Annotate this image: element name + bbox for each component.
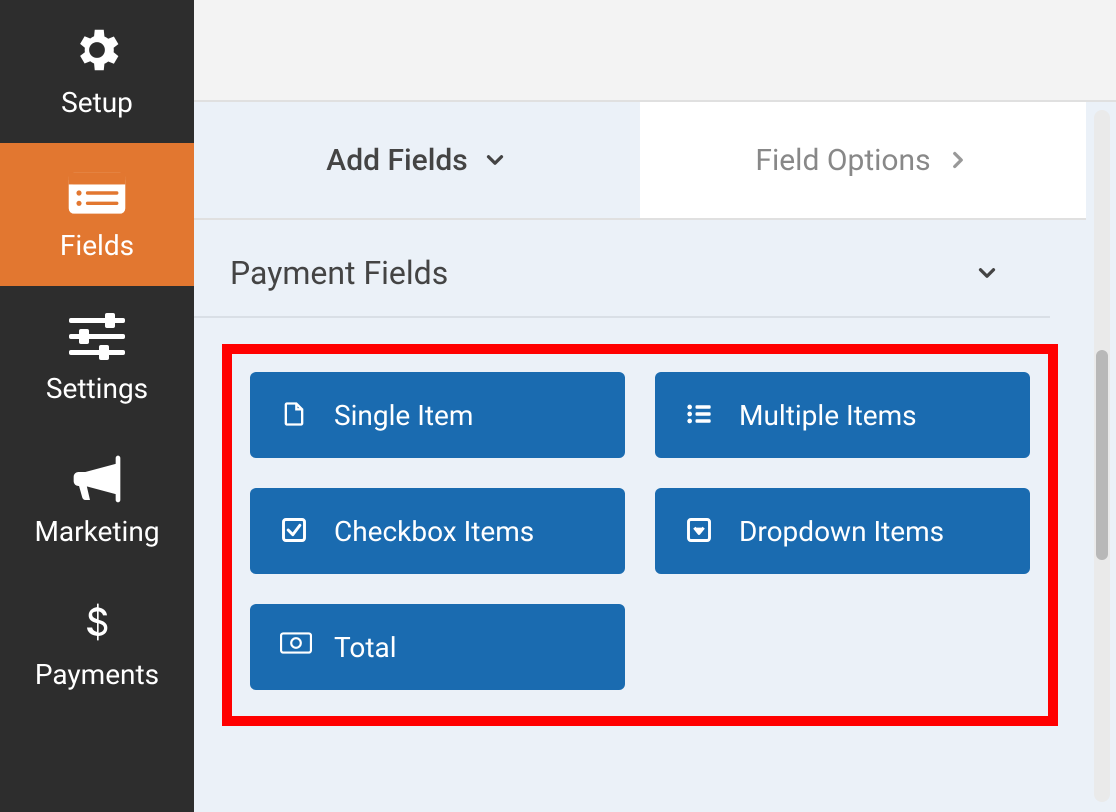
top-bar [194,0,1116,102]
field-dropdown-items[interactable]: Dropdown Items [655,488,1030,574]
highlight-box: Single Item Multiple Items Checkbox Item… [222,344,1058,726]
sidebar-item-setup[interactable]: Setup [0,0,194,143]
sidebar-item-label: Settings [46,372,148,405]
section-header-payment-fields[interactable]: Payment Fields [194,220,1050,318]
list-icon [685,400,715,430]
file-icon [280,400,310,430]
scrollbar-thumb[interactable] [1096,350,1108,560]
tab-label: Add Fields [326,143,467,178]
payment-fields-grid: Single Item Multiple Items Checkbox Item… [250,372,1030,690]
chevron-down-icon [974,260,1000,286]
field-label: Total [334,631,397,664]
tab-field-options[interactable]: Field Options [640,102,1086,218]
field-label: Single Item [334,399,473,432]
sliders-icon [67,310,127,362]
sidebar-item-settings[interactable]: Settings [0,286,194,429]
tab-add-fields[interactable]: Add Fields [194,102,640,218]
fields-panel: Add Fields Field Options Payment Fields [194,102,1116,812]
fields-icon [67,167,127,219]
gear-icon [67,24,127,76]
sidebar-item-label: Fields [60,229,134,262]
sidebar: Setup Fields Settings Marketing Payments [0,0,194,812]
sidebar-item-label: Setup [61,86,133,119]
sidebar-item-fields[interactable]: Fields [0,143,194,286]
main-panel: Add Fields Field Options Payment Fields [194,0,1116,812]
field-label: Multiple Items [739,399,917,432]
field-checkbox-items[interactable]: Checkbox Items [250,488,625,574]
sidebar-item-payments[interactable]: Payments [0,572,194,715]
chevron-down-icon [482,147,508,173]
dropdown-icon [685,516,715,546]
bullhorn-icon [67,453,127,505]
section-title: Payment Fields [230,254,448,292]
field-label: Checkbox Items [334,515,534,548]
dollar-icon [67,596,127,648]
sidebar-item-label: Payments [35,658,159,691]
chevron-right-icon [945,147,971,173]
sidebar-item-label: Marketing [34,515,159,548]
sidebar-item-marketing[interactable]: Marketing [0,429,194,572]
tabs: Add Fields Field Options [194,102,1086,220]
field-multiple-items[interactable]: Multiple Items [655,372,1030,458]
checkbox-icon [280,516,310,546]
field-label: Dropdown Items [739,515,944,548]
tab-label: Field Options [755,143,930,178]
field-total[interactable]: Total [250,604,625,690]
scrollbar[interactable] [1094,110,1110,802]
field-single-item[interactable]: Single Item [250,372,625,458]
money-icon [280,632,310,662]
